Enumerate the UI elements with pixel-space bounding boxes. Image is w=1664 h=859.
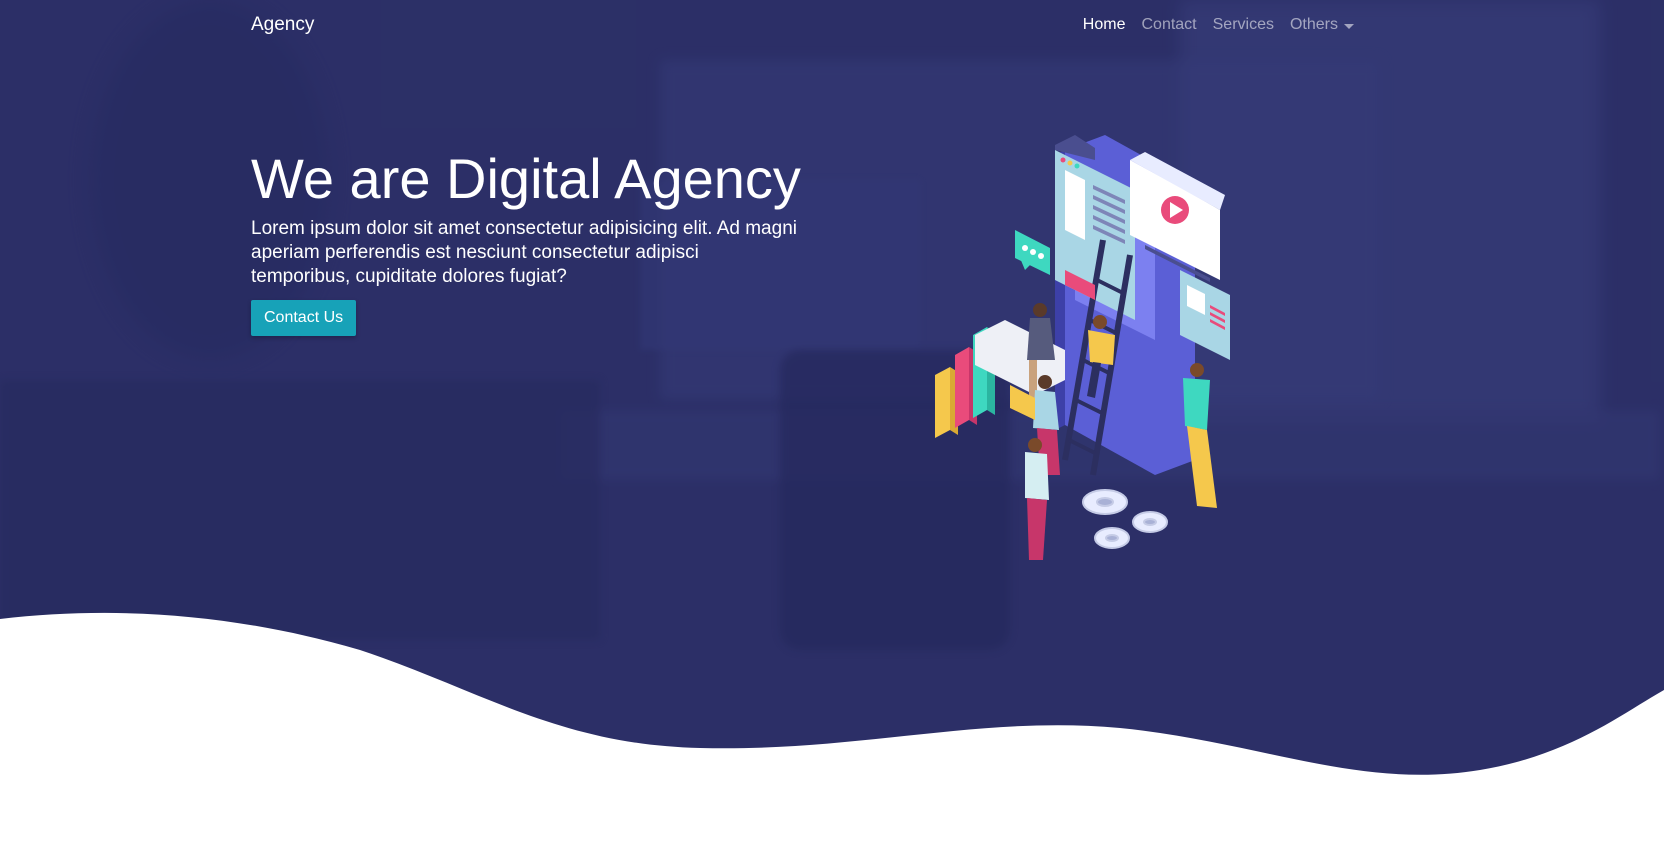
chat-bubble-icon [1015,230,1050,275]
contact-us-button[interactable]: Contact Us [251,300,357,336]
hero-section: Agency Home Contact Services Others We a… [0,0,1664,859]
nav-link-services[interactable]: Services [1213,16,1274,34]
hero-illustration [935,135,1230,560]
nav-link-others[interactable]: Others [1290,16,1338,34]
nav-link-contact[interactable]: Contact [1141,16,1196,34]
nav-dropdown-others[interactable]: Others [1290,16,1354,34]
navbar: Agency Home Contact Services Others [0,0,1664,52]
person-bottom [1025,438,1049,560]
nav-link-home[interactable]: Home [1083,16,1126,34]
hero-content: We are Digital Agency Lorem ipsum dolor … [251,145,811,336]
caret-down-icon [1344,23,1354,29]
bottom-wave [0,612,1664,859]
brand-logo[interactable]: Agency [251,14,314,36]
gear-icon [1082,489,1168,549]
hero-description: Lorem ipsum dolor sit amet consectetur a… [251,218,797,287]
hero-headline: We are Digital Agency [251,147,801,210]
nav-links: Home Contact Services Others [1083,16,1354,34]
